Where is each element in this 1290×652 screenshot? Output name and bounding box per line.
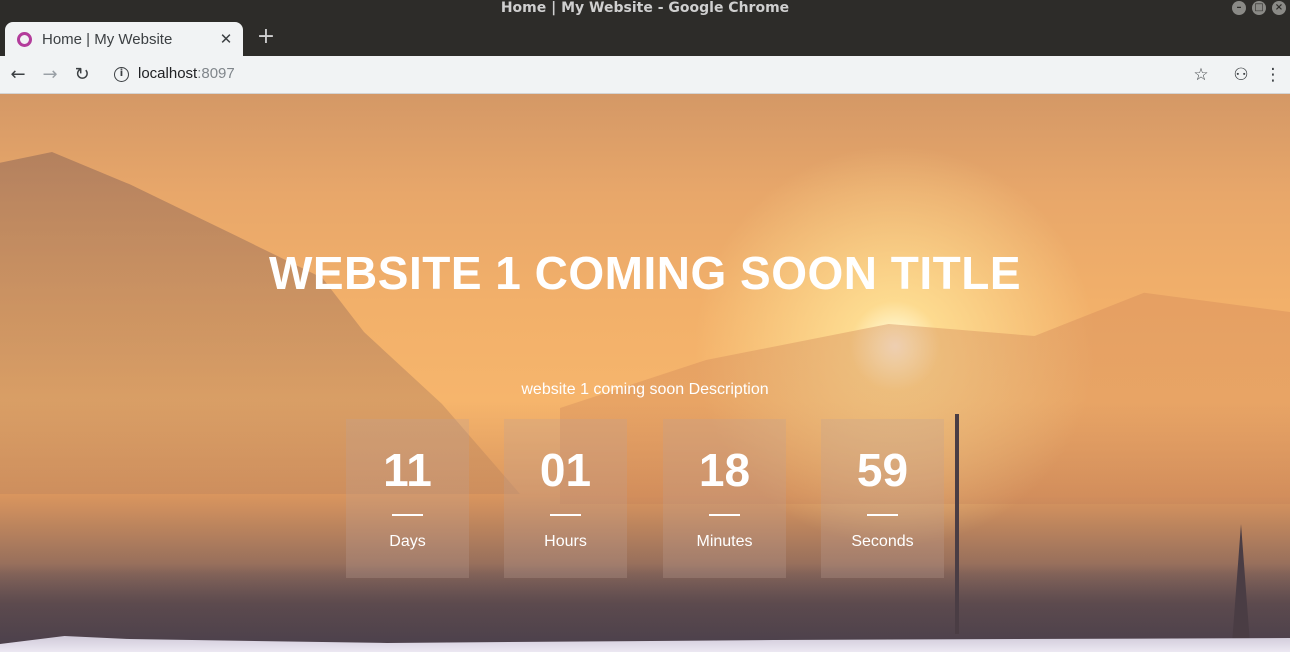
os-title-bar: Home | My Website - Google Chrome – □ ×: [0, 0, 1290, 20]
tab-strip: Home | My Website ✕ +: [0, 20, 1290, 56]
page-title: WEBSITE 1 COMING SOON TITLE: [268, 247, 1022, 299]
incognito-icon[interactable]: ⚇: [1229, 63, 1253, 87]
url-host: localhost: [138, 65, 198, 82]
divider: [550, 514, 581, 516]
countdown-value: 01: [539, 444, 592, 496]
bookmark-star-icon[interactable]: ☆: [1189, 63, 1213, 87]
countdown-hours: 01 Hours: [504, 419, 627, 578]
address-bar[interactable]: localhost:8097: [138, 65, 235, 82]
divider: [392, 514, 423, 516]
hero-section: WEBSITE 1 COMING SOON TITLE website 1 co…: [0, 94, 1290, 652]
reload-icon[interactable]: ↻: [70, 63, 94, 87]
page-viewport: WEBSITE 1 COMING SOON TITLE website 1 co…: [0, 94, 1290, 652]
browser-toolbar: ← → ↻ i localhost:8097 ☆ ⚇ ⋮: [0, 56, 1290, 94]
countdown-label: Minutes: [696, 533, 753, 550]
countdown-seconds: 59 Seconds: [821, 419, 944, 578]
forward-icon[interactable]: →: [38, 63, 62, 87]
countdown-value: 11: [383, 444, 432, 496]
close-window-icon[interactable]: ×: [1272, 1, 1286, 15]
maximize-icon[interactable]: □: [1252, 1, 1266, 15]
countdown-value: 59: [856, 444, 909, 496]
divider: [709, 514, 740, 516]
minimize-icon[interactable]: –: [1232, 1, 1246, 15]
back-icon[interactable]: ←: [6, 63, 30, 87]
countdown-value: 18: [698, 444, 751, 496]
divider: [867, 514, 898, 516]
circle-logo-icon: [17, 31, 32, 47]
countdown: 11 Days 01 Hours 18 Minutes 59 Seconds: [0, 419, 1290, 579]
new-tab-icon[interactable]: +: [254, 26, 278, 50]
countdown-days: 11 Days: [346, 419, 469, 578]
countdown-label: Seconds: [851, 533, 914, 550]
menu-icon[interactable]: ⋮: [1261, 63, 1285, 87]
site-info-icon[interactable]: i: [114, 67, 129, 82]
tab-title: Home | My Website: [42, 30, 173, 48]
url-port: :8097: [197, 65, 235, 82]
close-icon[interactable]: ✕: [216, 29, 236, 49]
tab-home[interactable]: Home | My Website ✕: [5, 22, 243, 56]
countdown-minutes: 18 Minutes: [663, 419, 786, 578]
window-title: Home | My Website - Google Chrome: [500, 0, 790, 16]
countdown-label: Days: [389, 533, 426, 550]
countdown-label: Hours: [544, 533, 587, 550]
page-description: website 1 coming soon Description: [521, 381, 769, 398]
window-controls: – □ ×: [1232, 1, 1286, 15]
